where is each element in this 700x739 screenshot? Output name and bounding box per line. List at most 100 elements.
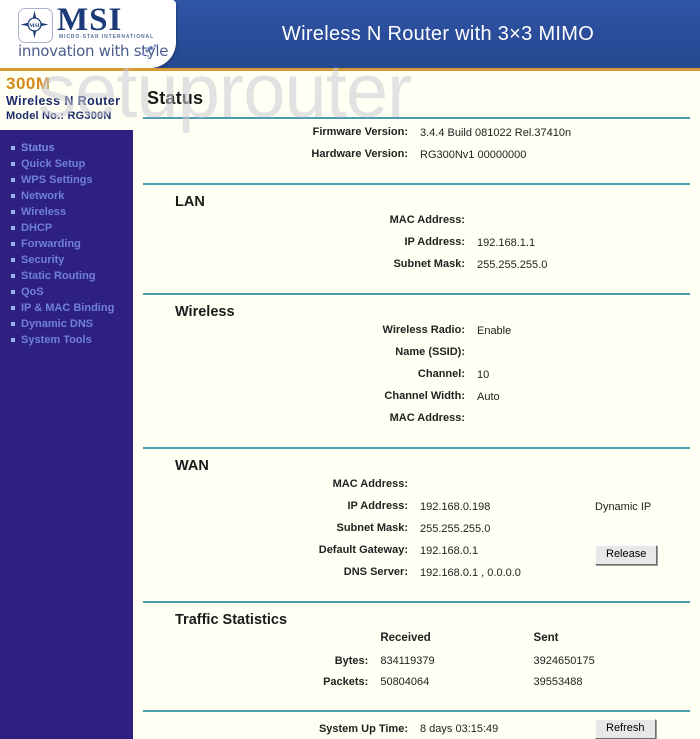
wireless-channel-width-label: Channel Width: bbox=[384, 390, 465, 402]
refresh-cell: Refresh bbox=[595, 717, 688, 739]
table-row: Subnet Mask: 255.255.255.0 bbox=[143, 522, 688, 544]
bullet-icon bbox=[11, 210, 15, 214]
firmware-version-value: 3.4.4 Build 081022 Rel.37410n bbox=[420, 127, 572, 139]
sidebar-item-label: DHCP bbox=[21, 222, 53, 234]
divider bbox=[143, 447, 690, 449]
divider bbox=[143, 710, 690, 712]
sidebar-item-dhcp[interactable]: DHCP bbox=[0, 220, 133, 236]
table-row: IP Address: 192.168.0.198 Dynamic IP bbox=[143, 500, 688, 522]
table-row: Default Gateway: 192.168.0.1 Release bbox=[143, 544, 688, 566]
wireless-section-title: Wireless bbox=[175, 304, 235, 320]
lan-subnet-label: Subnet Mask: bbox=[393, 258, 465, 270]
sidebar-item-forwarding[interactable]: Forwarding bbox=[0, 236, 133, 252]
table-row: Hardware Version: RG300Nv1 00000000 bbox=[143, 148, 688, 170]
table-row: Channel Width: Auto bbox=[143, 390, 688, 412]
sidebar-item-dynamic-dns[interactable]: Dynamic DNS bbox=[0, 316, 133, 332]
sidebar-item-wps-settings[interactable]: WPS Settings bbox=[0, 172, 133, 188]
wan-gateway-label: Default Gateway: bbox=[318, 544, 408, 556]
wan-ip-value: 192.168.0.198 bbox=[420, 501, 491, 513]
msi-sparkle-icon bbox=[140, 44, 160, 63]
sidebar-item-label: IP & MAC Binding bbox=[21, 302, 115, 314]
release-button[interactable]: Release bbox=[595, 545, 658, 565]
bullet-icon bbox=[11, 194, 15, 198]
table-row: Packets: 50804064 39553488 bbox=[143, 676, 688, 697]
sidebar-item-label: System Tools bbox=[21, 334, 92, 346]
traffic-packets-received: 50804064 bbox=[380, 676, 430, 688]
wan-mac-label: MAC Address: bbox=[332, 478, 408, 490]
sidebar-item-quick-setup[interactable]: Quick Setup bbox=[0, 156, 133, 172]
bullet-icon bbox=[11, 242, 15, 246]
wan-mac-value bbox=[420, 478, 595, 500]
sidebar-item-label: WPS Settings bbox=[21, 174, 93, 186]
version-table: Firmware Version: 3.4.4 Build 081022 Rel… bbox=[143, 126, 688, 170]
table-row: DNS Server: 192.168.0.1 , 0.0.0.0 bbox=[143, 566, 688, 588]
sidebar-item-label: Forwarding bbox=[21, 238, 81, 250]
lan-subnet-value: 255.255.255.0 bbox=[476, 259, 548, 271]
msi-compass-emblem-icon: MSI bbox=[18, 8, 53, 43]
refresh-button[interactable]: Refresh bbox=[595, 719, 656, 739]
table-row: System Up Time: 8 days 03:15:49 Refresh bbox=[143, 717, 688, 739]
sidebar-item-label: Network bbox=[21, 190, 65, 202]
wireless-radio-value: Enable bbox=[476, 325, 512, 337]
traffic-statistics-section: Traffic Statistics Received Sent Bytes: … bbox=[133, 612, 700, 710]
sidebar-item-label: Security bbox=[21, 254, 65, 266]
wan-connection-type: Dynamic IP bbox=[595, 501, 652, 513]
lan-section-title: LAN bbox=[175, 194, 205, 210]
lan-ip-label: IP Address: bbox=[404, 236, 465, 248]
wireless-channel-width-value: Auto bbox=[476, 391, 500, 403]
wan-gateway-value: 192.168.0.1 bbox=[420, 545, 479, 557]
wireless-mac-value bbox=[477, 412, 688, 434]
page-title: Status bbox=[147, 88, 204, 108]
wan-section: WAN MAC Address: IP Address: 192.168.0.1… bbox=[133, 458, 700, 601]
bullet-icon bbox=[11, 146, 15, 150]
wireless-ssid-value bbox=[477, 346, 688, 368]
bullet-icon bbox=[11, 178, 15, 182]
table-row: MAC Address: bbox=[143, 412, 688, 434]
wireless-mac-label: MAC Address: bbox=[389, 412, 465, 424]
wan-mac-extra bbox=[595, 478, 688, 500]
sidebar-brand-block: 300M Wireless N Router Model No.: RG300N bbox=[0, 71, 133, 130]
sidebar-item-qos[interactable]: QoS bbox=[0, 284, 133, 300]
traffic-corner-cell bbox=[143, 632, 380, 655]
sidebar-item-label: Status bbox=[21, 142, 55, 154]
bullet-icon bbox=[11, 274, 15, 278]
wan-subnet-label: Subnet Mask: bbox=[336, 522, 408, 534]
divider bbox=[143, 601, 690, 603]
sidebar-item-ip-mac-binding[interactable]: IP & MAC Binding bbox=[0, 300, 133, 316]
router-admin-page: MSI MSI MICRO-STAR INTERNATIONAL innovat… bbox=[0, 0, 700, 739]
sidebar-item-label: Static Routing bbox=[21, 270, 96, 282]
wireless-radio-label: Wireless Radio: bbox=[382, 324, 465, 336]
bullet-icon bbox=[11, 338, 15, 342]
msi-company-subtitle: MICRO-STAR INTERNATIONAL bbox=[59, 34, 155, 40]
firmware-version-label: Firmware Version: bbox=[312, 126, 408, 138]
sidebar-item-wireless[interactable]: Wireless bbox=[0, 204, 133, 220]
brand-model-label: Model No.: RG300N bbox=[6, 110, 112, 122]
lan-ip-value: 192.168.1.1 bbox=[476, 237, 536, 249]
table-row: MAC Address: bbox=[143, 214, 688, 236]
table-row: Wireless Radio: Enable bbox=[143, 324, 688, 346]
svg-text:MSI: MSI bbox=[29, 23, 39, 29]
table-header-row: Received Sent bbox=[143, 632, 688, 655]
wireless-section: Wireless Wireless Radio: Enable Name (SS… bbox=[133, 304, 700, 447]
page-header: MSI MSI MICRO-STAR INTERNATIONAL innovat… bbox=[0, 0, 700, 71]
table-row: Bytes: 834119379 3924650175 bbox=[143, 655, 688, 676]
wireless-ssid-label: Name (SSID): bbox=[395, 346, 465, 358]
table-row: Name (SSID): bbox=[143, 346, 688, 368]
sidebar-item-network[interactable]: Network bbox=[0, 188, 133, 204]
sidebar-item-static-routing[interactable]: Static Routing bbox=[0, 268, 133, 284]
lan-section: LAN MAC Address: IP Address: 192.168.1.1… bbox=[133, 194, 700, 293]
sidebar-item-security[interactable]: Security bbox=[0, 252, 133, 268]
wan-table: MAC Address: IP Address: 192.168.0.198 D… bbox=[143, 478, 688, 588]
sidebar-nav: Status Quick Setup WPS Settings Network … bbox=[0, 140, 133, 348]
bullet-icon bbox=[11, 226, 15, 230]
hardware-version-label: Hardware Version: bbox=[311, 148, 408, 160]
version-section: Firmware Version: 3.4.4 Build 081022 Rel… bbox=[133, 119, 700, 183]
wan-ip-label: IP Address: bbox=[347, 500, 408, 512]
divider bbox=[143, 293, 690, 295]
bullet-icon bbox=[11, 258, 15, 262]
traffic-table: Received Sent Bytes: 834119379 392465017… bbox=[143, 632, 688, 697]
wan-subnet-extra bbox=[595, 522, 688, 544]
sidebar-item-status[interactable]: Status bbox=[0, 140, 133, 156]
traffic-bytes-label: Bytes: bbox=[334, 655, 369, 667]
sidebar-item-system-tools[interactable]: System Tools bbox=[0, 332, 133, 348]
